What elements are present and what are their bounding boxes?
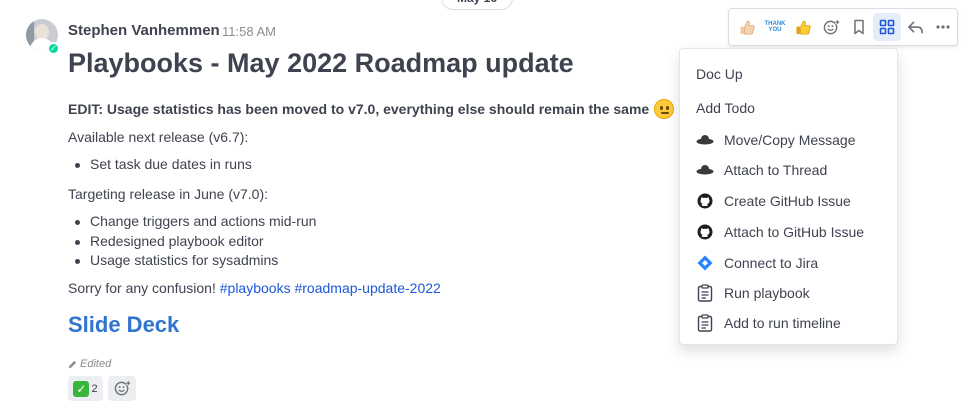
thumbs-up-button[interactable] xyxy=(789,13,817,41)
post-hover-toolbar: THANK YOU xyxy=(728,8,958,46)
hashtag-link-roadmap[interactable]: #roadmap-update-2022 xyxy=(294,280,440,296)
menu-item-add-todo[interactable]: Add Todo xyxy=(696,100,755,116)
menu-item-label: Doc Up xyxy=(696,66,743,82)
menu-item-attach-to-github-issue[interactable]: Attach to GitHub Issue xyxy=(696,223,864,241)
sorry-text: Sorry for any confusion! xyxy=(68,280,216,296)
bookmark-icon xyxy=(854,19,864,35)
hat-icon xyxy=(696,161,714,179)
edited-label: Edited xyxy=(80,358,112,370)
available-list: Set task due dates in runs xyxy=(68,156,252,176)
thumbs-up-icon xyxy=(795,20,811,34)
menu-item-label: Move/Copy Message xyxy=(724,132,856,148)
add-reaction-icon xyxy=(823,19,840,34)
apps-button[interactable] xyxy=(873,13,901,41)
list-item: Redesigned playbook editor xyxy=(68,233,316,253)
jira-icon xyxy=(696,254,714,272)
more-actions-button[interactable] xyxy=(929,13,957,41)
hat-icon xyxy=(696,131,714,149)
clipboard-icon xyxy=(696,314,714,332)
post-timestamp[interactable]: 11:58 AM xyxy=(222,24,276,39)
menu-item-connect-to-jira[interactable]: Connect to Jira xyxy=(696,254,818,272)
menu-item-label: Connect to Jira xyxy=(724,255,819,271)
edited-indicator: Edited xyxy=(68,358,111,370)
post-author[interactable]: Stephen Vanhemmen xyxy=(68,22,220,39)
reply-button[interactable] xyxy=(901,13,929,41)
targeting-list: Change triggers and actions mid-run Rede… xyxy=(68,213,316,272)
slightly-smiling-face-icon xyxy=(654,99,675,119)
add-reaction-icon xyxy=(114,380,131,396)
menu-item-label: Attach to Thread xyxy=(724,162,828,178)
menu-item-label: Run playbook xyxy=(724,285,810,301)
thank-you-button[interactable]: THANK YOU xyxy=(761,13,789,41)
thumbs-up-light-icon xyxy=(739,20,755,34)
github-icon xyxy=(696,223,714,241)
list-item: Usage statistics for sysadmins xyxy=(68,252,316,272)
add-reaction-toolbar-button[interactable] xyxy=(817,13,845,41)
more-icon xyxy=(936,25,950,29)
menu-item-run-playbook[interactable]: Run playbook xyxy=(696,284,810,302)
post-title: Playbooks - May 2022 Roadmap update xyxy=(68,48,574,78)
hashtag-link-playbooks[interactable]: #playbooks xyxy=(220,280,291,296)
save-post-button[interactable] xyxy=(845,13,873,41)
online-status-icon: ✓ xyxy=(47,42,60,55)
menu-item-add-to-run-timeline[interactable]: Add to run timeline xyxy=(696,314,841,332)
closing-line: Sorry for any confusion! #playbooks #roa… xyxy=(68,280,441,296)
menu-item-attach-to-thread[interactable]: Attach to Thread xyxy=(696,161,827,179)
apps-icon xyxy=(879,19,895,35)
date-separator: May 16 xyxy=(441,0,513,10)
reaction-check-button[interactable]: ✓ 2 xyxy=(68,376,103,401)
reaction-count: 2 xyxy=(91,382,98,395)
thumbs-up-light-button[interactable] xyxy=(733,13,761,41)
list-item: Set task due dates in runs xyxy=(68,156,252,176)
white-check-mark-icon: ✓ xyxy=(73,380,90,397)
menu-item-doc-up[interactable]: Doc Up xyxy=(696,66,743,82)
menu-item-create-github-issue[interactable]: Create GitHub Issue xyxy=(696,192,851,210)
list-item: Change triggers and actions mid-run xyxy=(68,213,316,233)
targeting-heading: Targeting release in June (v7.0): xyxy=(68,186,268,202)
pencil-icon xyxy=(68,360,77,368)
reply-icon xyxy=(907,21,923,33)
github-icon xyxy=(696,192,714,210)
clipboard-icon xyxy=(696,284,714,302)
add-reaction-button[interactable] xyxy=(108,376,136,401)
menu-item-move-copy-message[interactable]: Move/Copy Message xyxy=(696,131,856,149)
edit-note: EDIT: Usage statistics has been moved to… xyxy=(68,99,675,119)
menu-item-label: Attach to GitHub Issue xyxy=(724,224,865,240)
edit-note-text: EDIT: Usage statistics has been moved to… xyxy=(68,101,650,117)
available-heading: Available next release (v6.7): xyxy=(68,129,249,145)
thank-you-icon: THANK YOU xyxy=(764,21,786,33)
apps-dropdown-menu: Doc Up Add Todo Move/Copy Message Attach… xyxy=(679,48,898,345)
slide-deck-link[interactable]: Slide Deck xyxy=(68,312,179,338)
menu-item-label: Add to run timeline xyxy=(724,315,841,331)
menu-item-label: Create GitHub Issue xyxy=(724,193,851,209)
menu-item-label: Add Todo xyxy=(696,100,755,116)
